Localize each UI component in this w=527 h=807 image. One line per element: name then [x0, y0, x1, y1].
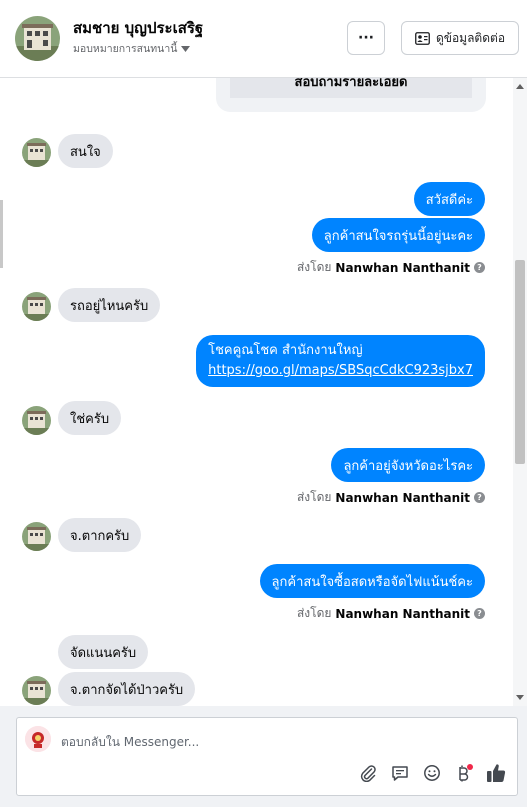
customer-avatar[interactable]: [15, 16, 60, 61]
incoming-message: ใช่ครับ: [58, 401, 122, 435]
page-logo-icon: [25, 726, 51, 752]
message-text: ใช่ครับ: [70, 411, 110, 427]
emoji-button[interactable]: [421, 762, 443, 784]
message-text: รถอยู่ไหนครับ: [70, 298, 149, 314]
sent-by-prefix: ส่งโดย: [296, 606, 332, 620]
attach-button[interactable]: [357, 762, 379, 784]
scroll-thumb[interactable]: [515, 260, 525, 464]
message-text: สวัสดีค่ะ: [425, 192, 473, 208]
incoming-message: จ.ตากจัดได้ป่าวครับ: [58, 672, 196, 706]
building-photo-icon: [22, 292, 51, 321]
baht-icon: [459, 764, 473, 782]
incoming-message: สนใจ: [58, 134, 113, 168]
composer-area: [0, 706, 527, 807]
scroll-down-arrow-icon[interactable]: [516, 695, 524, 700]
message-text: สนใจ: [70, 144, 101, 160]
agent-name: Nanwhan Nanthanit: [335, 490, 470, 505]
customer-avatar-small: [22, 676, 51, 705]
emoji-icon: [424, 765, 440, 781]
agent-name: Nanwhan Nanthanit: [335, 606, 470, 621]
ask-details-button[interactable]: สอบถามรายละเอียด: [230, 78, 472, 98]
customer-avatar-small: [22, 406, 51, 435]
help-icon[interactable]: ?: [474, 262, 485, 273]
message-text: จ.ตากครับ: [70, 528, 130, 544]
sent-by-prefix: ส่งโดย: [296, 260, 332, 274]
outgoing-message: ลูกค้าอยู่จังหวัดอะไรคะ: [331, 448, 485, 482]
window-edge: [0, 200, 3, 268]
message-text: ลูกค้าสนใจรถรุ่นนี้อยู่นะคะ: [323, 228, 473, 244]
more-options-button[interactable]: ···: [347, 21, 385, 55]
sent-by-prefix: ส่งโดย: [296, 490, 332, 504]
map-link[interactable]: https://goo.gl/maps/SBSqcCdkC923sjbx7: [208, 361, 473, 381]
customer-avatar-small: [22, 138, 51, 167]
like-button[interactable]: [485, 762, 507, 784]
paperclip-icon: [360, 765, 376, 782]
payment-button[interactable]: [453, 762, 475, 784]
thumbs-up-icon: [487, 764, 506, 782]
contact-card-icon: [415, 31, 430, 45]
building-photo-icon: [22, 138, 51, 167]
chevron-down-icon: [181, 45, 191, 52]
sent-by-line: ส่งโดย Nanwhan Nanthanit ?: [297, 604, 485, 623]
outgoing-message: สวัสดีค่ะ: [413, 182, 485, 216]
reply-composer: [16, 717, 518, 796]
conversation-header: สมชาย บุญประเสริฐ มอบหมายการสนทนานี้ ···…: [0, 0, 527, 78]
outgoing-message: ลูกค้าสนใจซื้อสดหรือจัดไฟแน้นช์คะ: [259, 564, 485, 598]
product-card: สอบถามรายละเอียด: [216, 78, 486, 112]
view-contact-button[interactable]: ดูข้อมูลติดต่อ: [401, 21, 519, 55]
ask-details-label: สอบถามรายละเอียด: [294, 78, 408, 90]
sent-by-line: ส่งโดย Nanwhan Nanthanit ?: [297, 488, 485, 507]
message-text: โชคคูณโชค สำนักงานใหญ่: [208, 343, 363, 358]
incoming-message: จ.ตากครับ: [58, 518, 142, 552]
message-thread: สอบถามรายละเอียด สนใจ สวัสดีค่ะ ลูกค้าสน…: [6, 78, 513, 706]
building-photo-icon: [15, 16, 60, 61]
message-text: ลูกค้าอยู่จังหวัดอะไรคะ: [343, 458, 473, 474]
message-text: ลูกค้าสนใจซื้อสดหรือจัดไฟแน้นช์คะ: [271, 574, 473, 590]
building-photo-icon: [22, 522, 51, 551]
help-icon[interactable]: ?: [474, 608, 485, 619]
customer-avatar-small: [22, 292, 51, 321]
building-photo-icon: [22, 406, 51, 435]
help-icon[interactable]: ?: [474, 492, 485, 503]
agent-name: Nanwhan Nanthanit: [335, 260, 470, 275]
reply-input[interactable]: [61, 732, 361, 752]
message-text: จ.ตากจัดได้ป่าวครับ: [70, 682, 184, 698]
assign-label: มอบหมายการสนทนานี้: [73, 43, 178, 55]
outgoing-message: โชคคูณโชค สำนักงานใหญ่ https://goo.gl/ma…: [196, 335, 485, 387]
chat-scrollbar[interactable]: [513, 78, 527, 706]
message-text: จัดแนนครับ: [70, 645, 137, 661]
building-photo-icon: [22, 676, 51, 705]
customer-name: สมชาย บุญประเสริฐ: [73, 19, 204, 37]
customer-avatar-small: [22, 522, 51, 551]
view-contact-label: ดูข้อมูลติดต่อ: [435, 30, 506, 45]
outgoing-message: ลูกค้าสนใจรถรุ่นนี้อยู่นะคะ: [311, 218, 485, 252]
assign-conversation-dropdown[interactable]: มอบหมายการสนทนานี้: [73, 40, 191, 57]
page-avatar: [25, 726, 51, 752]
quick-reply-icon: [392, 766, 408, 781]
incoming-message: รถอยู่ไหนครับ: [58, 288, 161, 322]
sent-by-line: ส่งโดย Nanwhan Nanthanit ?: [297, 258, 485, 277]
more-options-label: ···: [358, 30, 374, 46]
saved-replies-button[interactable]: [389, 762, 411, 784]
incoming-message: จัดแนนครับ: [58, 635, 149, 669]
scroll-up-arrow-icon[interactable]: [516, 84, 524, 89]
